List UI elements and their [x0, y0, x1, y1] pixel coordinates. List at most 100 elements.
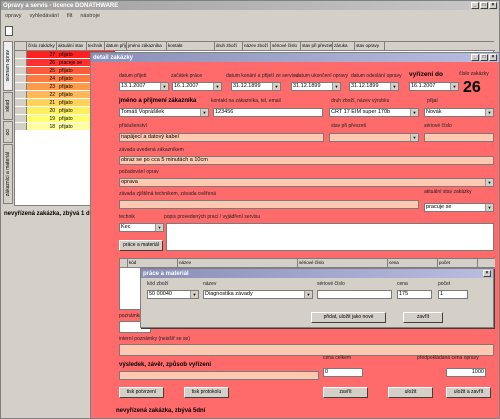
label-mat-serial: sériové číslo — [317, 281, 345, 287]
row-selector[interactable] — [15, 115, 27, 122]
code-field[interactable]: 50 00040 — [147, 290, 199, 299]
label-order-number: číslo zakázky — [459, 71, 489, 77]
detail-minimize-button[interactable]: _ — [471, 54, 479, 61]
label-contact: kontakt na zákazníka, tel, email — [211, 98, 281, 104]
label-result: výsledek, závěr, způsob vyřízení — [119, 362, 212, 368]
date-finish-field[interactable]: 31.12.1899 — [291, 82, 341, 91]
date-start-field[interactable]: 16.1.2007 — [172, 82, 222, 91]
current-state-field[interactable]: pracuje se — [424, 203, 494, 212]
row-selector[interactable] — [15, 67, 27, 74]
tab-zakaznici[interactable]: zákazníci a materiál — [3, 144, 13, 204]
add-save-button[interactable]: přidat, uložit jako nové — [311, 312, 386, 323]
col-state[interactable]: aktuální stav — [57, 42, 87, 50]
mat-col-serial[interactable]: sériové číslo — [298, 259, 388, 267]
receiver-field[interactable]: Novák — [424, 108, 494, 117]
maximize-button[interactable]: □ — [480, 2, 488, 9]
material-close-icon[interactable]: × — [483, 270, 491, 277]
new-icon[interactable] — [5, 26, 13, 36]
row-number: 27 — [49, 52, 55, 58]
label-code: kód zboží — [147, 281, 169, 287]
col-warranty[interactable]: záruka — [333, 42, 355, 50]
label-work-desc: popis provedených prací / vyjádření serv… — [164, 214, 261, 220]
menu-filt[interactable]: filt — [67, 13, 73, 19]
label-date-start: začátek práce — [171, 73, 203, 79]
tab-oci[interactable]: oci — [3, 121, 13, 143]
material-close-button[interactable]: zavřít — [403, 312, 443, 323]
tab-sklad[interactable]: sklad — [3, 92, 13, 120]
col-goods-name[interactable]: název zboží — [243, 42, 271, 50]
mat-col-code[interactable]: kód — [128, 259, 178, 267]
menu-vyhledavani[interactable]: vyhledávání — [30, 13, 59, 19]
contact-field[interactable]: 123456 — [213, 108, 323, 117]
label-warranty: požadování oprav — [119, 169, 159, 175]
expected-price-field[interactable]: 1000 — [446, 368, 486, 377]
goods-field[interactable]: CRT 17 EIM super 170b — [329, 108, 419, 117]
detail-close-btn[interactable]: zavřít — [323, 387, 368, 398]
deadline-field[interactable]: 16.1.2007 — [409, 82, 459, 91]
col-number[interactable]: číslo zakázky — [27, 42, 57, 50]
detail-close-button[interactable]: × — [489, 54, 497, 61]
label-date-received: datum přijetí — [119, 73, 147, 79]
menu-opravy[interactable]: opravy — [5, 13, 22, 19]
tab-seznam-oprav[interactable]: seznam oprav — [3, 41, 13, 91]
mat-col-count[interactable]: počet — [438, 259, 478, 267]
work-desc-field[interactable] — [166, 223, 494, 251]
mat-col-price[interactable]: cena — [388, 259, 438, 267]
count-field[interactable]: 1 — [438, 290, 468, 299]
row-selector[interactable] — [15, 75, 27, 82]
price-total-field[interactable]: 0 — [323, 368, 363, 377]
row-number: 21 — [49, 100, 55, 106]
col-tech[interactable]: technik — [87, 42, 105, 50]
price-field[interactable]: 175 — [397, 290, 432, 299]
mat-col-name[interactable]: název — [178, 259, 298, 267]
col-goods-type[interactable]: druh zboží — [215, 42, 243, 50]
mat-serial-field[interactable] — [317, 290, 392, 299]
row-selector[interactable] — [15, 91, 27, 98]
col-contact[interactable]: kontakt — [167, 42, 215, 50]
main-status: nevyřízená zakázka, zbývá 1 dní — [4, 211, 96, 217]
col-serial[interactable]: sériové číslo — [271, 42, 301, 50]
serial-field[interactable] — [424, 133, 494, 142]
warranty-field[interactable]: oprava — [119, 178, 494, 187]
detail-save-close-button[interactable]: uložit a zavřít — [446, 387, 491, 398]
label-customer: jméno a příjmení zákazníka — [119, 98, 197, 104]
row-selector[interactable] — [15, 59, 27, 66]
label-date-finish: datum ukončení opravy — [296, 73, 348, 79]
col-repair-state[interactable]: stav opravy — [355, 42, 385, 50]
menu-nastroje[interactable]: nástroje — [80, 13, 100, 19]
row-selector[interactable] — [15, 107, 27, 114]
row-selector[interactable] — [15, 83, 27, 90]
detail-maximize-button[interactable]: □ — [480, 54, 488, 61]
label-condition: stav při převzetí — [331, 123, 367, 129]
col-date[interactable]: datum přijetí — [105, 42, 127, 50]
row-number: 26 — [49, 60, 55, 66]
date-received-field[interactable]: 13.1.2007 — [119, 82, 169, 91]
customer-field[interactable]: Tomáš Voprášilek — [119, 108, 209, 117]
material-dialog: práce a materiál × kód zboží název sério… — [140, 268, 494, 328]
label-date-sent: datum odeslání opravy — [351, 73, 402, 79]
label-internal: interní poznámky (neisšíř se se) — [119, 336, 190, 342]
problem-field[interactable]: obraz se po cca 5 minutách a 10cm — [119, 156, 494, 165]
col-condition[interactable]: stav při převzetí — [301, 42, 333, 50]
accessories-field[interactable]: napájecí a datový kabel — [119, 133, 324, 142]
detail-save-button[interactable]: uložit — [388, 387, 433, 398]
tech-field[interactable]: Kec — [119, 223, 164, 232]
minimize-button[interactable]: _ — [471, 2, 479, 9]
result-field[interactable] — [119, 371, 319, 380]
date-service-field[interactable]: 31.12.1899 — [231, 82, 281, 91]
found-field[interactable] — [119, 200, 419, 209]
row-selector[interactable] — [15, 51, 27, 58]
print-protocol-button[interactable]: tisk protokolu — [184, 387, 229, 398]
print-receipt-button[interactable]: tisk potvrzení — [119, 387, 164, 398]
work-material-button[interactable]: práce a materiál — [119, 240, 163, 251]
row-selector[interactable] — [15, 123, 27, 130]
label-count: počet — [438, 281, 451, 287]
name-field[interactable]: Diagnostika závady — [203, 290, 313, 299]
close-button[interactable]: × — [489, 2, 497, 9]
col-customer[interactable]: jméno zákazníka — [127, 42, 167, 50]
detail-title: detail zakázky — [93, 54, 134, 61]
condition-field[interactable] — [329, 133, 419, 142]
row-selector[interactable] — [15, 99, 27, 106]
date-sent-field[interactable]: 31.12.1899 — [349, 82, 399, 91]
grid-header: číslo zakázky aktuální stav technik datu… — [15, 42, 495, 51]
